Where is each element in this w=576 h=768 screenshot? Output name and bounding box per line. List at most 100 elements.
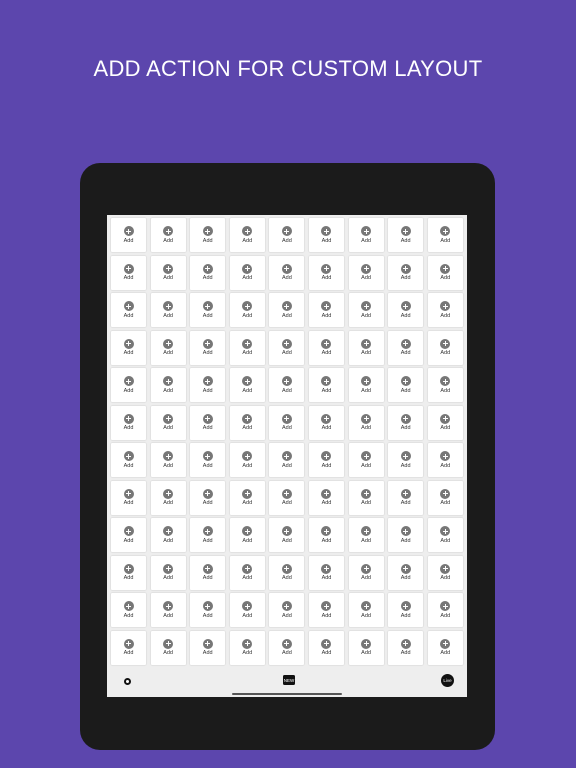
add-action-cell[interactable]: Add (111, 255, 146, 290)
add-action-cell[interactable]: Add (150, 368, 186, 402)
add-action-cell[interactable]: Add (427, 293, 463, 327)
add-action-cell[interactable]: Add (190, 480, 226, 515)
add-action-cell[interactable]: Add (229, 255, 265, 290)
add-action-cell[interactable]: Add (348, 593, 384, 627)
add-action-cell[interactable]: Add (427, 330, 463, 365)
add-action-cell[interactable]: Add (427, 368, 463, 402)
add-action-cell[interactable]: Add (111, 593, 146, 627)
add-action-cell[interactable]: Add (427, 405, 463, 440)
add-action-cell[interactable]: Add (427, 555, 463, 590)
add-action-cell[interactable]: Add (269, 518, 305, 552)
add-action-cell[interactable]: Add (388, 555, 424, 590)
add-action-cell[interactable]: Add (427, 443, 463, 477)
add-action-cell[interactable]: Add (348, 555, 384, 590)
add-action-cell[interactable]: Add (388, 368, 424, 402)
add-action-cell[interactable]: Add (190, 630, 226, 665)
add-action-cell[interactable]: Add (388, 330, 424, 365)
add-action-cell[interactable]: Add (269, 555, 305, 590)
add-action-cell[interactable]: Add (348, 368, 384, 402)
add-action-cell[interactable]: Add (229, 293, 265, 327)
add-action-cell[interactable]: Add (427, 518, 463, 552)
add-action-cell[interactable]: Add (190, 443, 226, 477)
add-action-cell[interactable]: Add (229, 405, 265, 440)
add-action-cell[interactable]: Add (308, 405, 344, 440)
add-action-cell[interactable]: Add (427, 480, 463, 515)
add-action-cell[interactable]: Add (308, 443, 344, 477)
add-action-cell[interactable]: Add (150, 555, 186, 590)
add-action-cell[interactable]: Add (190, 593, 226, 627)
add-action-cell[interactable]: Add (388, 480, 424, 515)
add-action-cell[interactable]: Add (229, 630, 265, 665)
add-action-cell[interactable]: Add (150, 255, 186, 290)
add-action-cell[interactable]: Add (308, 555, 344, 590)
add-action-cell[interactable]: Add (427, 218, 463, 252)
add-action-cell[interactable]: Add (269, 443, 305, 477)
add-action-cell[interactable]: Add (150, 443, 186, 477)
add-action-cell[interactable]: Add (308, 368, 344, 402)
add-action-cell[interactable]: Add (427, 593, 463, 627)
add-action-cell[interactable]: Add (348, 405, 384, 440)
add-action-cell[interactable]: Add (150, 480, 186, 515)
add-action-cell[interactable]: Add (348, 630, 384, 665)
add-action-cell[interactable]: Add (269, 330, 305, 365)
add-action-cell[interactable]: Add (229, 368, 265, 402)
add-action-cell[interactable]: Add (348, 443, 384, 477)
add-action-cell[interactable]: Add (269, 255, 305, 290)
add-action-cell[interactable]: Add (190, 218, 226, 252)
add-action-cell[interactable]: Add (190, 255, 226, 290)
add-action-cell[interactable]: Add (308, 218, 344, 252)
add-action-cell[interactable]: Add (150, 218, 186, 252)
add-action-cell[interactable]: Add (308, 293, 344, 327)
add-action-cell[interactable]: Add (348, 330, 384, 365)
add-action-cell[interactable]: Add (388, 518, 424, 552)
add-action-cell[interactable]: Add (229, 480, 265, 515)
add-action-cell[interactable]: Add (111, 555, 146, 590)
add-action-cell[interactable]: Add (388, 405, 424, 440)
add-action-cell[interactable]: Add (150, 405, 186, 440)
add-action-cell[interactable]: Add (388, 255, 424, 290)
add-action-cell[interactable]: Add (229, 555, 265, 590)
add-action-cell[interactable]: Add (111, 368, 146, 402)
add-action-cell[interactable]: Add (269, 218, 305, 252)
add-action-cell[interactable]: Add (150, 630, 186, 665)
add-action-cell[interactable]: Add (388, 443, 424, 477)
add-action-cell[interactable]: Add (269, 480, 305, 515)
add-action-cell[interactable]: Add (348, 218, 384, 252)
live-button[interactable]: Live (441, 674, 454, 687)
add-action-cell[interactable]: Add (388, 630, 424, 665)
add-action-cell[interactable]: Add (111, 480, 146, 515)
add-action-cell[interactable]: Add (269, 593, 305, 627)
add-action-cell[interactable]: Add (308, 593, 344, 627)
add-action-cell[interactable]: Add (308, 630, 344, 665)
add-action-cell[interactable]: Add (229, 330, 265, 365)
add-action-cell[interactable]: Add (229, 443, 265, 477)
add-action-cell[interactable]: Add (190, 555, 226, 590)
add-action-cell[interactable]: Add (190, 368, 226, 402)
add-action-cell[interactable]: Add (190, 330, 226, 365)
add-action-cell[interactable]: Add (308, 255, 344, 290)
gear-icon[interactable] (124, 678, 131, 685)
add-action-cell[interactable]: Add (229, 593, 265, 627)
new-button[interactable]: NEW (283, 675, 295, 685)
add-action-cell[interactable]: Add (308, 518, 344, 552)
add-action-cell[interactable]: Add (229, 218, 265, 252)
add-action-cell[interactable]: Add (111, 293, 146, 327)
add-action-cell[interactable]: Add (308, 480, 344, 515)
add-action-cell[interactable]: Add (111, 630, 146, 665)
add-action-cell[interactable]: Add (388, 218, 424, 252)
add-action-cell[interactable]: Add (190, 405, 226, 440)
add-action-cell[interactable]: Add (269, 405, 305, 440)
add-action-cell[interactable]: Add (269, 630, 305, 665)
add-action-cell[interactable]: Add (190, 518, 226, 552)
add-action-cell[interactable]: Add (111, 330, 146, 365)
add-action-cell[interactable]: Add (150, 593, 186, 627)
add-action-cell[interactable]: Add (348, 480, 384, 515)
add-action-cell[interactable]: Add (150, 330, 186, 365)
add-action-cell[interactable]: Add (308, 330, 344, 365)
add-action-cell[interactable]: Add (388, 293, 424, 327)
add-action-cell[interactable]: Add (150, 293, 186, 327)
add-action-cell[interactable]: Add (190, 293, 226, 327)
add-action-cell[interactable]: Add (111, 405, 146, 440)
add-action-cell[interactable]: Add (229, 518, 265, 552)
add-action-cell[interactable]: Add (150, 518, 186, 552)
